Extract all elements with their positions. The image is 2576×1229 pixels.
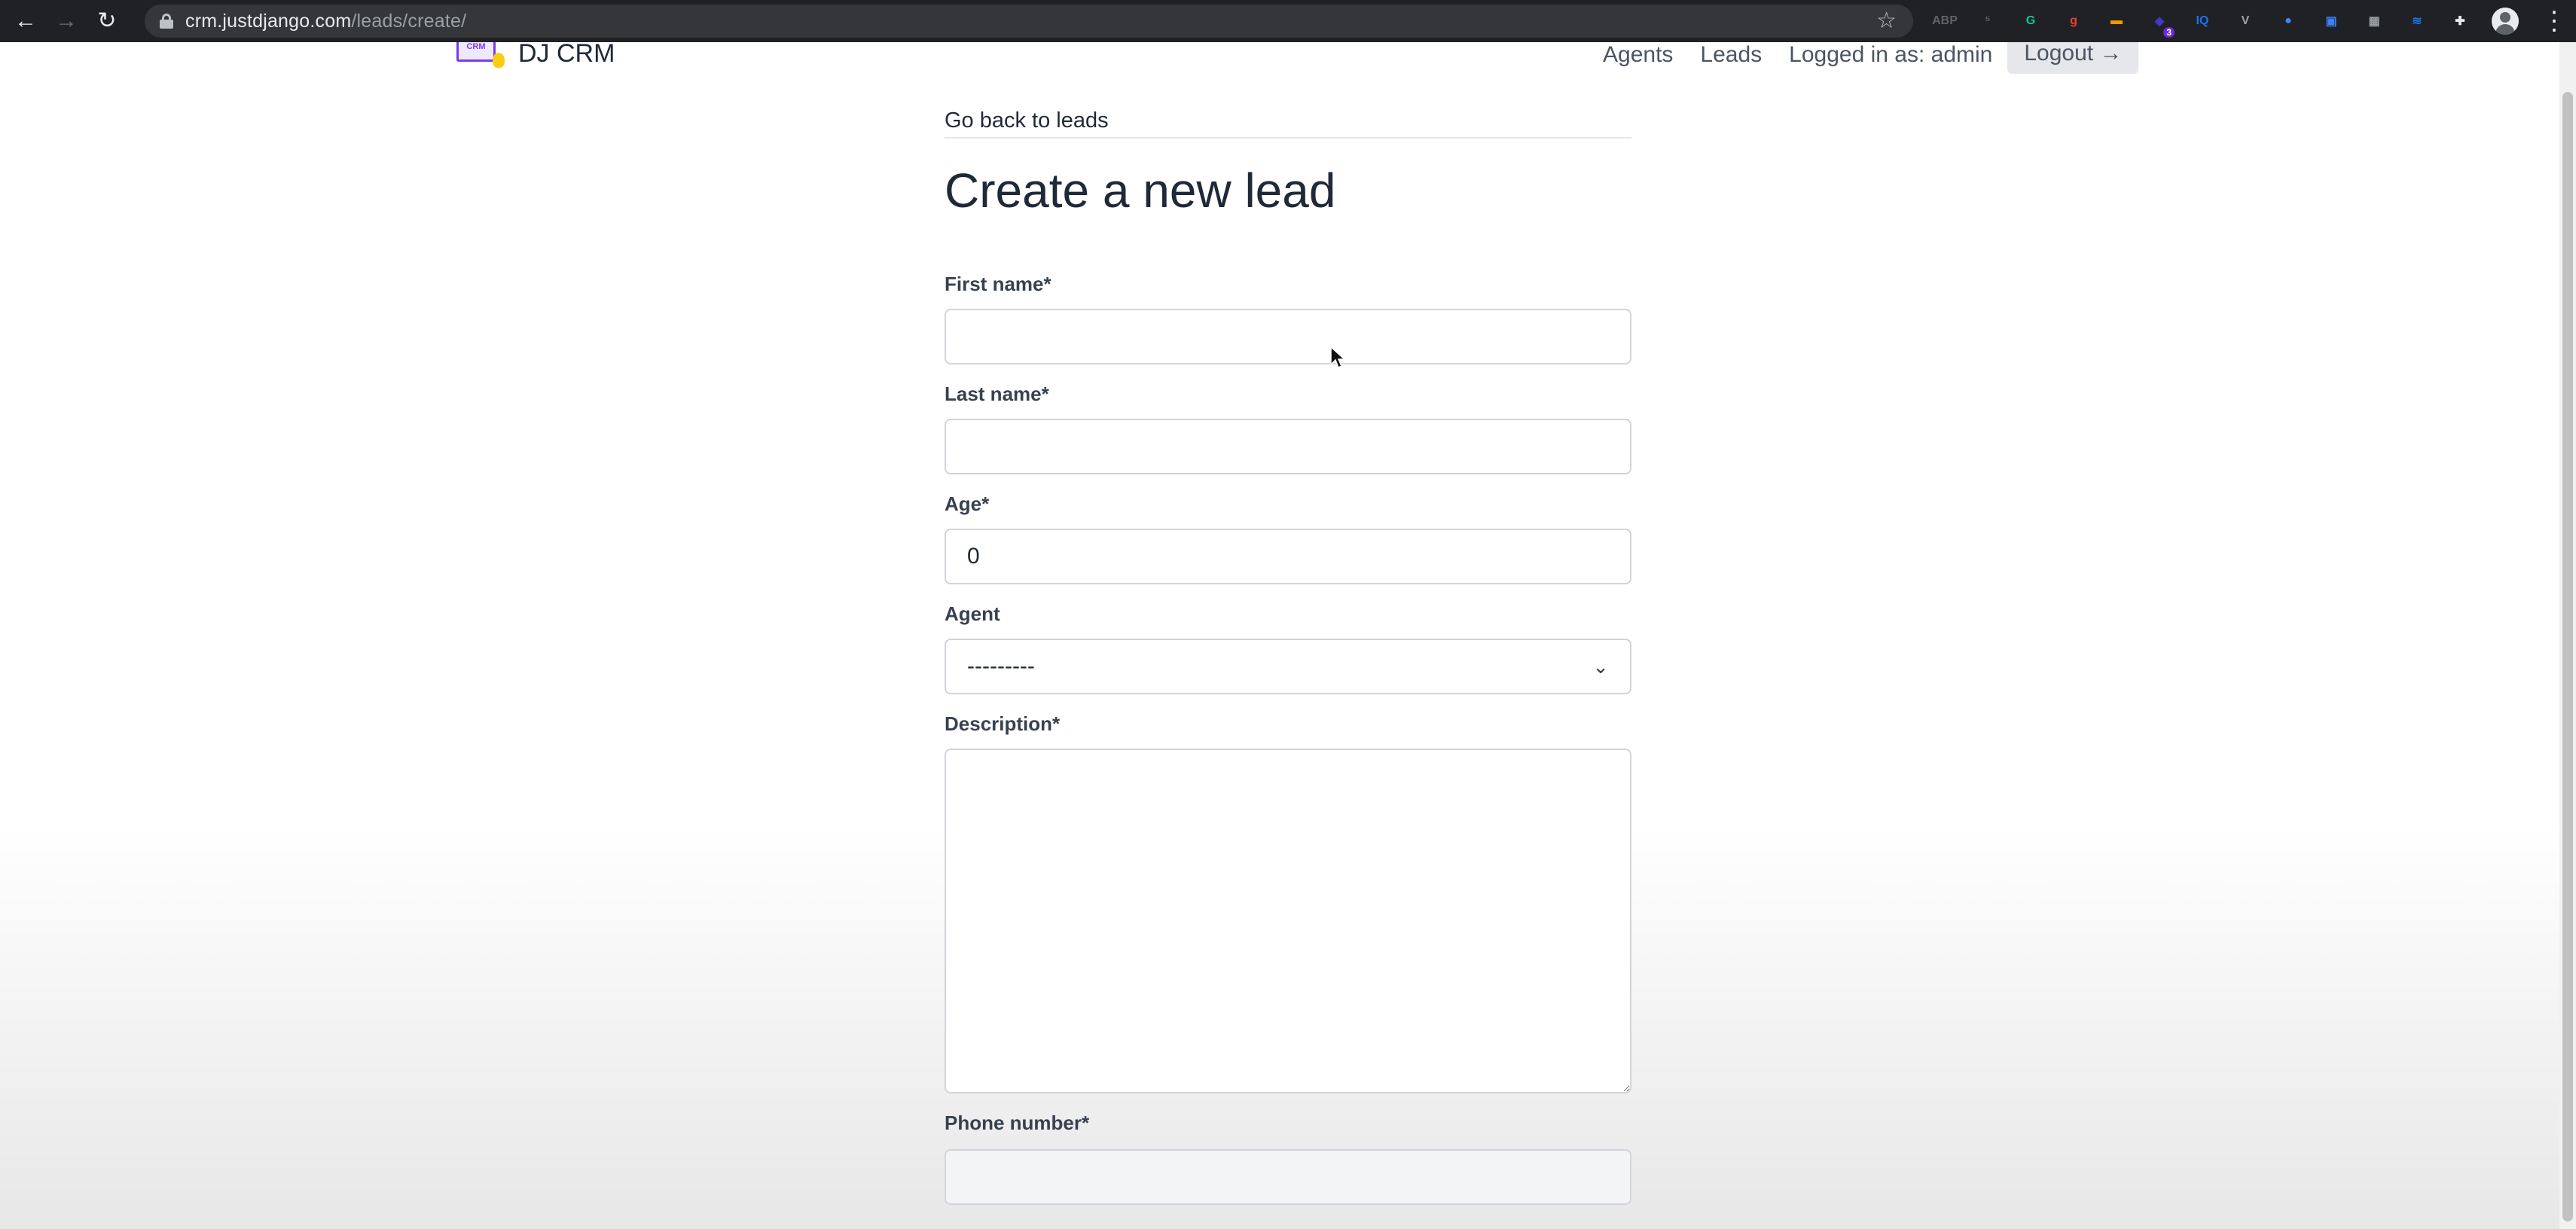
bookmark-star-icon[interactable]: ☆ [1876, 8, 1897, 34]
nav-agents-link[interactable]: Agents [1603, 42, 1673, 68]
address-bar[interactable]: crm.justdjango.com/leads/create/ ☆ [145, 5, 1913, 38]
scrollbar[interactable] [2559, 42, 2576, 1229]
puzzle-extensions-icon[interactable]: ✚ [2449, 11, 2471, 32]
agent-label: Agent [945, 602, 1000, 625]
last-name-input[interactable] [945, 419, 1631, 474]
description-label: Description* [945, 712, 1061, 735]
page-title: Create a new lead [945, 163, 1336, 218]
url-text: crm.justdjango.com/leads/create/ [185, 10, 467, 32]
logout-button[interactable]: Logout → [2007, 42, 2139, 74]
first-name-label: First name* [945, 273, 1051, 295]
page-content: CRM DJ CRM Agents Leads Logged in as: ad… [0, 42, 2576, 1229]
blue-circle-extension-icon[interactable]: ● [2278, 11, 2299, 32]
top-nav: Agents Leads Logged in as: admin Logout … [1603, 42, 2139, 74]
back-arrow-icon[interactable]: ← [11, 6, 41, 36]
description-textarea[interactable] [945, 749, 1631, 1093]
brand[interactable]: CRM DJ CRM [456, 42, 615, 71]
extension-2-icon[interactable]: ⁵ [1977, 11, 1998, 32]
browser-toolbar: ← → ↻ crm.justdjango.com/leads/create/ ☆… [0, 0, 2576, 42]
extension-badge: 3 [2163, 27, 2175, 38]
agent-selected-value: --------- [967, 654, 1035, 679]
back-to-leads-link[interactable]: Go back to leads [945, 108, 1109, 133]
browser-menu-icon[interactable]: ⋮ [2541, 6, 2567, 36]
logged-in-status: Logged in as: admin [1789, 42, 1993, 67]
age-label: Age* [945, 493, 990, 515]
forward-arrow-icon[interactable]: → [51, 6, 81, 36]
first-name-input[interactable] [945, 309, 1631, 364]
phone-number-label: Phone number* [945, 1112, 1090, 1134]
nav-leads-link[interactable]: Leads [1700, 42, 1762, 68]
chevron-down-icon: ⌄ [1592, 654, 1609, 678]
age-input[interactable] [945, 529, 1631, 584]
divider [945, 137, 1631, 139]
phone-number-input[interactable] [945, 1149, 1631, 1205]
crm-logo-icon: CRM [456, 42, 505, 71]
agent-select[interactable]: --------- ⌄ [945, 639, 1631, 694]
brand-name: DJ CRM [518, 42, 615, 68]
grammarly-icon[interactable]: G [2020, 11, 2041, 32]
v-extension-icon[interactable]: V [2235, 11, 2256, 32]
stack-extension-icon[interactable]: ≋ [2407, 11, 2428, 32]
last-name-label: Last name* [945, 383, 1049, 405]
reload-icon[interactable]: ↻ [92, 6, 122, 36]
profile-avatar-icon[interactable] [2492, 8, 2519, 35]
window-extension-icon[interactable]: ▣ [2321, 11, 2342, 32]
adblock-extension-icon[interactable]: ABP [1932, 11, 1958, 32]
iq-extension-icon[interactable]: IQ [2192, 11, 2213, 32]
badge-extension-icon[interactable]: ◆ 3 [2149, 11, 2175, 38]
google-extension-icon[interactable]: g [2063, 11, 2084, 32]
orange-extension-icon[interactable]: ▬ [2106, 11, 2127, 32]
photo-extension-icon[interactable]: ▦ [2364, 11, 2385, 32]
lock-icon [160, 14, 173, 29]
scrollbar-thumb[interactable] [2562, 92, 2573, 1221]
